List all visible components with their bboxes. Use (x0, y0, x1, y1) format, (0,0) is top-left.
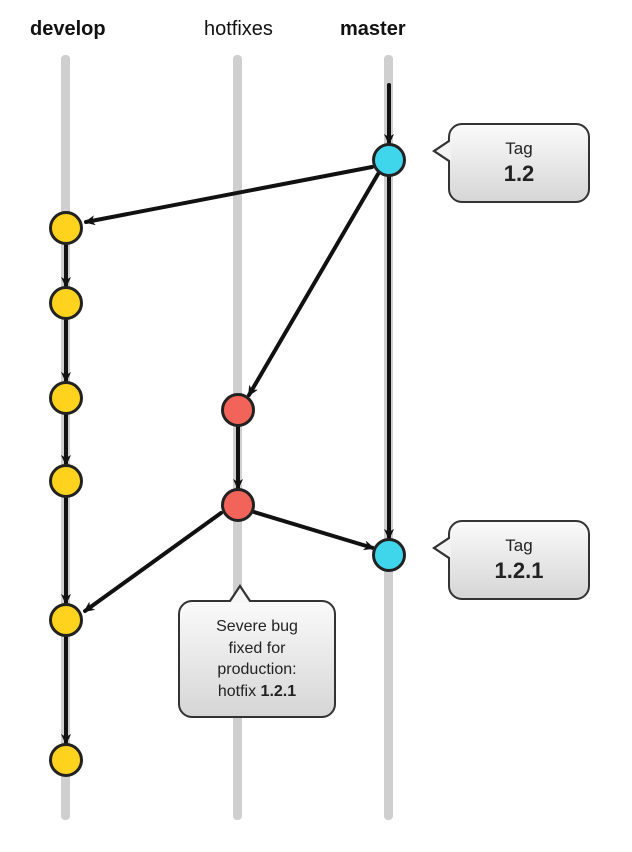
tag-label: Tag (468, 536, 570, 556)
lane-develop (61, 55, 70, 820)
tag-label: Tag (468, 139, 570, 159)
tag-value: 1.2 (468, 161, 570, 187)
branch-label-develop: develop (30, 18, 106, 41)
callout-hotfix-note: Severe bug fixed for production: hotfix … (178, 600, 336, 718)
commit-node (49, 211, 83, 245)
commit-node (221, 393, 255, 427)
commit-node (49, 381, 83, 415)
branch-label-hotfixes: hotfixes (204, 18, 273, 41)
callout-tag-1-2: Tag 1.2 (448, 123, 590, 203)
callout-tag-1-2-1: Tag 1.2.1 (448, 520, 590, 600)
commit-node (49, 603, 83, 637)
commit-node (49, 464, 83, 498)
commit-node (372, 143, 406, 177)
commit-node (49, 286, 83, 320)
commit-node (221, 488, 255, 522)
commit-node (49, 743, 83, 777)
tag-value: 1.2.1 (468, 558, 570, 584)
branch-label-master: master (340, 18, 406, 41)
commit-node (372, 538, 406, 572)
note-text: Severe bug fixed for production: hotfix … (198, 616, 316, 702)
